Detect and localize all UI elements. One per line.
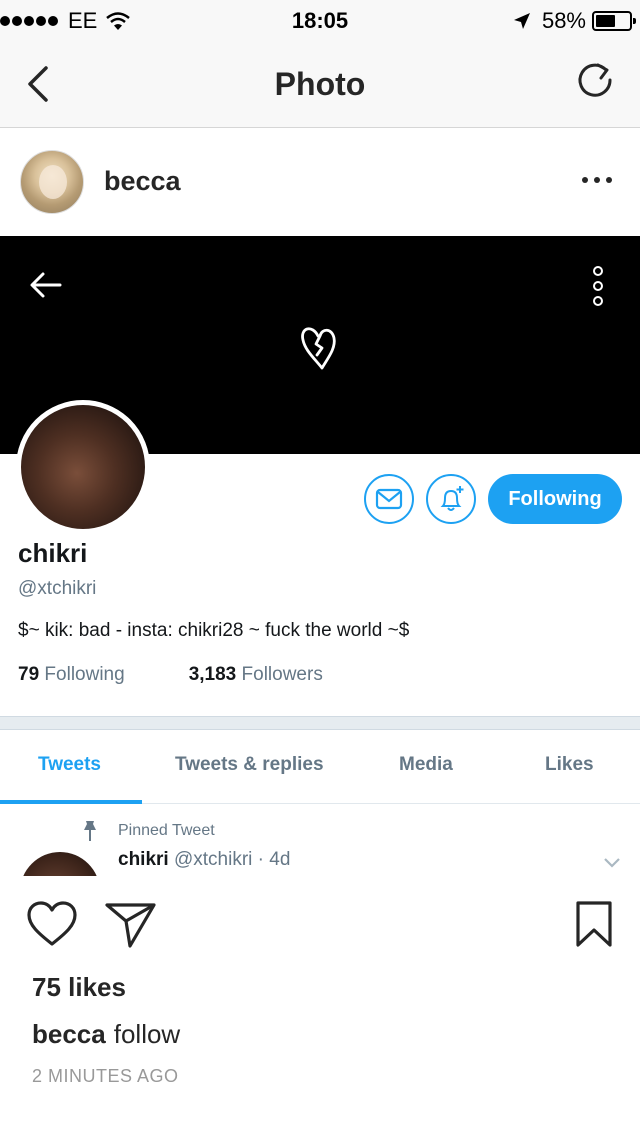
carrier-label: EE [68,8,98,33]
divider [0,716,640,730]
followers-stat: 3,183 Followers [189,664,323,686]
more-horizontal-icon[interactable] [582,168,612,192]
tweet-author-line: chikri @xtchikri · 4d [118,849,290,871]
pinned-text: Pinned Tweet [118,822,215,839]
post-actions [0,876,640,972]
following-button: Following [488,474,622,524]
battery-level [596,15,615,27]
notifications-button [426,474,476,524]
more-vertical-icon [592,266,604,306]
pin-icon [84,821,96,841]
profile-handle: @xtchikri [18,578,97,599]
tweet-handle: @xtchikri [173,849,253,870]
profile-bio: $~ kik: bad - insta: chikri28 ~ fuck the… [18,620,410,641]
tab-likes: Likes [545,754,594,775]
status-left: EE [0,8,131,34]
profile-name: chikri [18,538,88,568]
post-username[interactable]: becca [104,166,181,197]
refresh-icon[interactable] [574,60,618,104]
following-stat: 79 Following [18,664,125,686]
signal-strength-icon [0,16,60,26]
profile-tabs: Tweets Tweets & replies Media Likes [0,730,640,804]
battery-icon [592,11,636,31]
bookmark-icon[interactable] [574,900,614,948]
send-icon[interactable] [104,900,158,950]
navigation-bar: Photo [0,40,640,128]
post-caption: becca follow [32,1019,180,1050]
following-label: Following [44,664,125,685]
post-header: becca [0,128,640,236]
chevron-down-icon [604,858,620,868]
page-title: Photo [274,66,366,102]
tab-tweets: Tweets [38,754,102,775]
mail-icon [375,488,403,510]
tweet-age: · 4d [257,849,291,870]
profile-picture [16,400,150,534]
status-bar: EE 18:05 58% [0,0,640,40]
profile-stats: 79 Following 3,183 Followers [18,664,387,686]
following-count: 79 [18,664,40,685]
caption-username[interactable]: becca [32,1019,106,1049]
status-right: 58% [512,8,636,34]
arrow-left-icon [30,272,62,298]
heart-icon[interactable] [26,900,78,948]
message-button [364,474,414,524]
pinned-tweet-label: Pinned Tweet [80,820,215,842]
wifi-icon [106,12,131,30]
tweet-avatar [20,852,100,876]
bell-plus-icon [440,486,464,511]
tweet-author: chikri [118,849,169,870]
battery-percent: 58% [541,8,586,33]
user-avatar[interactable] [20,150,84,214]
tab-tweets-replies: Tweets & replies [175,754,324,775]
post-photo[interactable]: Following chikri @xtchikri $~ kik: bad -… [0,236,640,876]
active-tab-indicator [0,800,142,804]
followers-count: 3,183 [188,664,237,685]
tab-media: Media [399,754,453,775]
likes-count[interactable]: 75 likes [32,972,126,1003]
post-timestamp: 2 MINUTES AGO [32,1066,179,1086]
location-arrow-icon [513,13,530,29]
followers-label: Followers [241,664,323,685]
chevron-left-icon[interactable] [20,62,64,106]
broken-heart-logo [301,327,336,370]
caption-text: follow [113,1019,181,1049]
